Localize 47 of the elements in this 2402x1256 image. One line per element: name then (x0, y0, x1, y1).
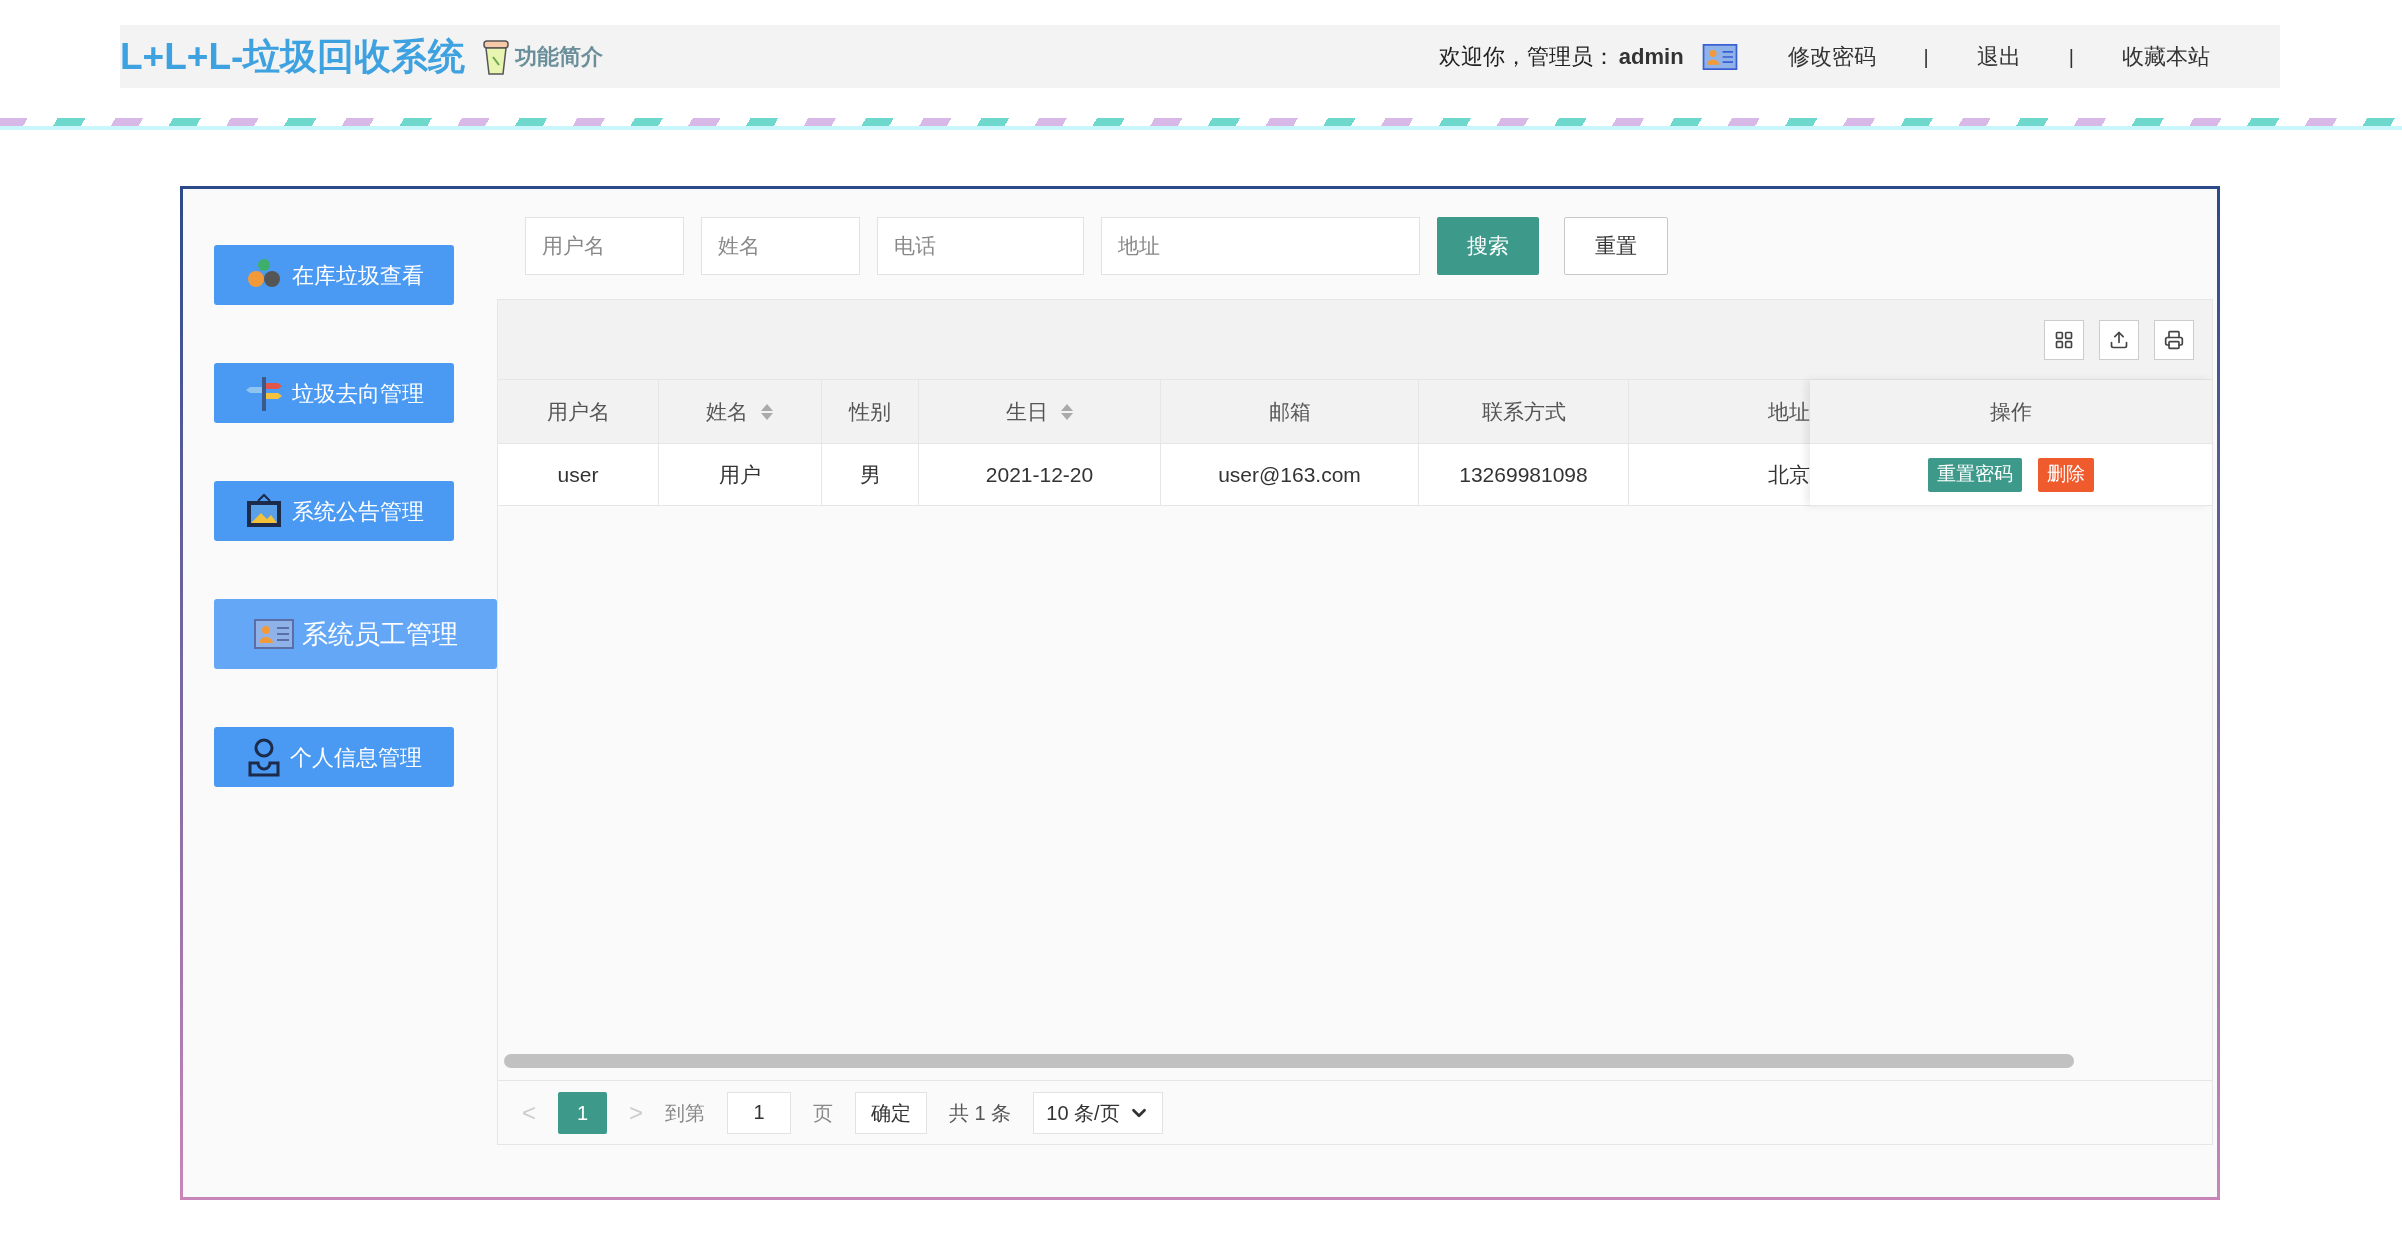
welcome-text: 欢迎你，管理员： (1438, 43, 1615, 71)
table-cell: user (498, 444, 659, 505)
table-cell: user@163.com (1161, 444, 1419, 505)
header-link[interactable]: 收藏本站 (2122, 40, 2210, 73)
table-cell: 男 (822, 444, 919, 505)
table-cell: 2021-12-20 (919, 444, 1161, 505)
app-title: L+L+L-垃圾回收系统 (120, 34, 466, 79)
sidebar-button[interactable]: 垃圾去向管理 (214, 363, 454, 423)
intro-link[interactable]: 功能简介 (515, 40, 604, 73)
separator: | (2068, 44, 2074, 70)
column-header: 操作 (1810, 380, 2212, 444)
delete-button[interactable]: 删除 (2038, 457, 2094, 492)
header-link[interactable]: 修改密码 (1787, 40, 1876, 73)
column-header: 联系方式 (1419, 380, 1629, 443)
separator: | (1923, 44, 1929, 70)
person-icon (246, 737, 282, 777)
sidebar-button[interactable]: 个人信息管理 (214, 727, 454, 787)
sidebar-button[interactable]: 在库垃圾查看 (214, 245, 454, 305)
table-cell: 用户 (659, 444, 822, 505)
confirm-button[interactable]: 确定 (855, 1091, 928, 1134)
column-header: 用户名 (498, 380, 659, 443)
print-icon[interactable] (2154, 319, 2194, 360)
column-header: 生日 (919, 380, 1161, 443)
header-link[interactable]: 退出 (1976, 40, 2021, 73)
admin-name: admin (1618, 43, 1684, 71)
table-cell: 13269981098 (1419, 444, 1629, 505)
sidebar-button[interactable]: 系统员工管理 (214, 599, 497, 669)
columns-icon[interactable] (2044, 319, 2084, 360)
page-button[interactable]: 1 (558, 1091, 607, 1134)
search-field[interactable]: 用户名 (525, 217, 684, 275)
search-button[interactable]: 搜索 (1437, 217, 1539, 275)
goto-label: 到第 (665, 1100, 706, 1126)
page-input[interactable]: 1 (727, 1091, 792, 1134)
id-card-icon (253, 619, 294, 649)
search-field[interactable]: 电话 (877, 217, 1084, 275)
reset-button[interactable]: 重置 (1564, 217, 1668, 275)
column-header: 邮箱 (1161, 380, 1419, 443)
total-count: 共 1 条 (949, 1100, 1012, 1126)
reset-password-button[interactable]: 重置密码 (1928, 457, 2022, 492)
column-header: 姓名 (659, 380, 822, 443)
search-field[interactable]: 姓名 (701, 217, 860, 275)
export-icon[interactable] (2099, 319, 2139, 360)
page-unit-label: 页 (813, 1100, 834, 1126)
column-header: 性别 (822, 380, 919, 443)
search-field[interactable]: 地址 (1101, 217, 1420, 275)
page-size-select[interactable]: 10 条/页 (1033, 1091, 1163, 1134)
sidebar-button[interactable]: 系统公告管理 (214, 481, 454, 541)
